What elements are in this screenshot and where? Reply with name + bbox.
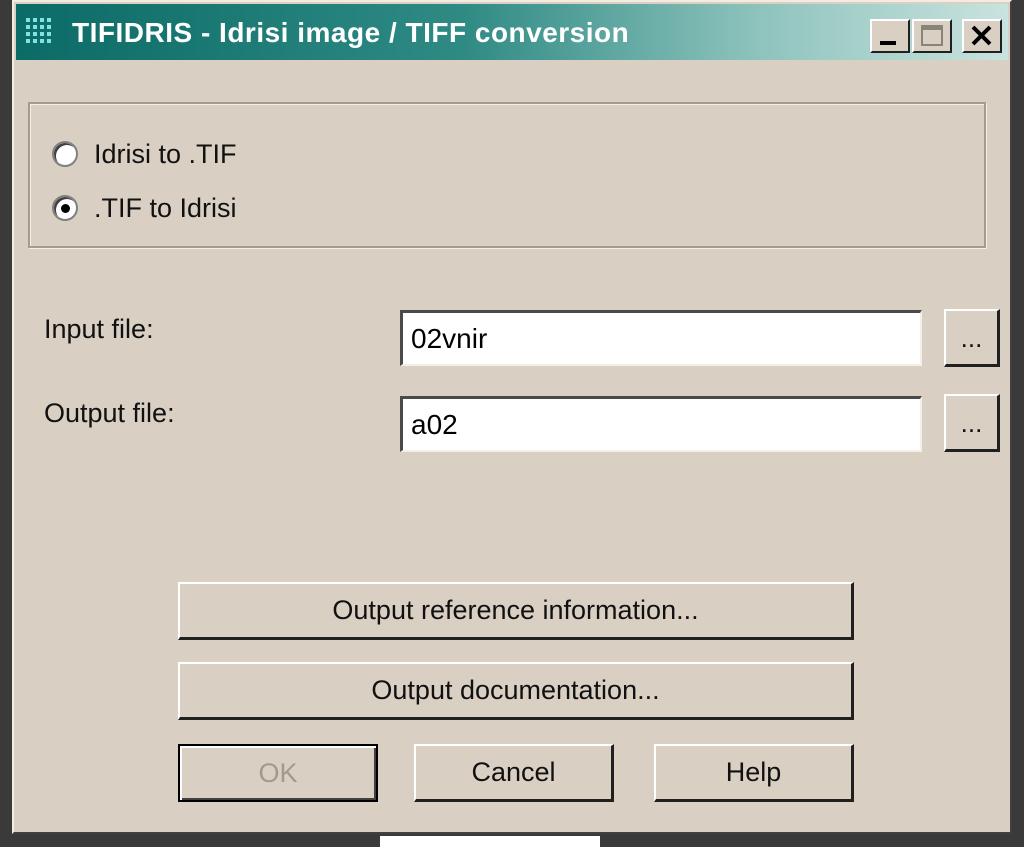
radio-idrisi-to-tif[interactable]: Idrisi to .TIF (52, 136, 237, 172)
output-reference-button[interactable]: Output reference information... (178, 582, 854, 640)
window-title: TIFIDRIS - Idrisi image / TIFF conversio… (72, 17, 630, 48)
ok-button[interactable]: OK (178, 744, 378, 802)
grid-icon[interactable] (24, 16, 56, 48)
close-icon (971, 25, 992, 46)
input-file-label: Input file: (44, 314, 154, 344)
conversion-direction-group: Idrisi to .TIF .TIF to Idrisi (28, 102, 986, 248)
browse-output-button[interactable]: ... (944, 394, 1000, 452)
radio-label: .TIF to Idrisi (94, 192, 237, 223)
radio-label: Idrisi to .TIF (94, 138, 237, 169)
background-strip (380, 836, 600, 847)
browse-input-button[interactable]: ... (944, 309, 1000, 367)
maximize-button[interactable] (912, 19, 952, 53)
radio-button-selected[interactable] (52, 195, 78, 221)
cancel-button[interactable]: Cancel (414, 744, 614, 802)
radio-tif-to-idrisi[interactable]: .TIF to Idrisi (52, 190, 237, 226)
output-file-label: Output file: (44, 398, 175, 428)
minimize-button[interactable] (870, 19, 910, 53)
dialog-window: TIFIDRIS - Idrisi image / TIFF conversio… (12, 0, 1012, 834)
close-button[interactable] (962, 19, 1002, 53)
minimize-icon (880, 41, 896, 45)
input-file-field[interactable] (400, 310, 922, 366)
maximize-icon (921, 25, 943, 46)
output-documentation-button[interactable]: Output documentation... (178, 662, 854, 720)
output-file-field[interactable] (400, 396, 922, 452)
title-bar[interactable]: TIFIDRIS - Idrisi image / TIFF conversio… (16, 4, 1008, 60)
help-button[interactable]: Help (654, 744, 854, 802)
radio-button[interactable] (52, 141, 78, 167)
